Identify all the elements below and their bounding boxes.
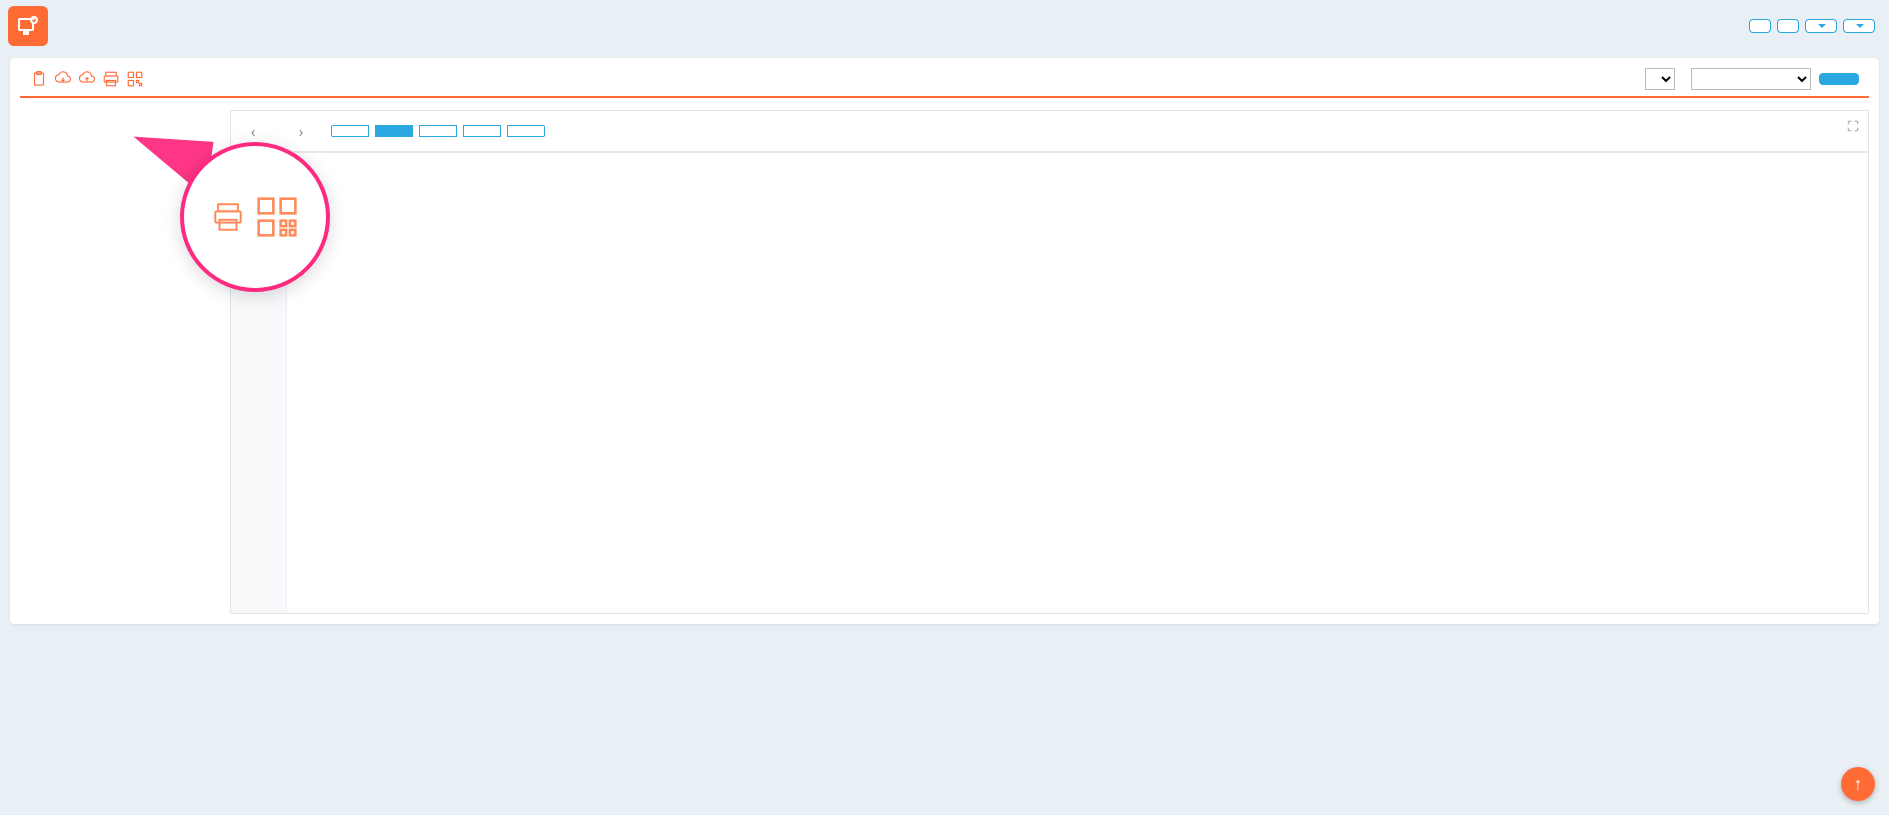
next-button[interactable]: › [289,119,313,143]
header-right [1749,19,1875,33]
cloud-download-icon[interactable] [54,70,72,88]
tab-timeline[interactable] [463,125,501,137]
calendar-title [20,110,220,120]
favorite-equipment-row [20,98,1869,110]
clipboard-icon[interactable] [30,70,48,88]
header-left [8,6,60,46]
cloud-upload-icon[interactable] [78,70,96,88]
location-select[interactable] [1645,68,1675,90]
app-header [0,0,1889,52]
scroll-top-fab[interactable]: ↑ [1841,767,1875,801]
tab-day[interactable] [331,125,369,137]
printer-icon [211,200,245,234]
printer-icon[interactable] [102,70,120,88]
scheduler: ‹ › [230,110,1869,614]
main-card: ‹ › [10,58,1879,624]
tab-week[interactable] [375,125,413,137]
select-equipment-button[interactable] [1777,19,1799,33]
scheduler-grid[interactable] [231,153,1868,613]
toolbar-icons [30,70,144,88]
qr-icon[interactable] [126,70,144,88]
expand-icon[interactable] [1846,119,1860,137]
select-button[interactable] [1819,73,1859,85]
toolbar-row [20,68,1869,98]
scheduler-toolbar: ‹ › [231,111,1868,152]
day-columns [287,153,1868,613]
qr-icon [255,195,299,239]
tab-agenda[interactable] [507,125,545,137]
app-logo-icon [8,6,48,46]
qr-zoom-callout [180,142,330,292]
switch-equipment-select[interactable] [1691,68,1811,90]
tab-month[interactable] [419,125,457,137]
calendar-sidebar [20,110,220,120]
dashboard-button[interactable] [1749,19,1771,33]
tools-dropdown[interactable] [1805,19,1837,33]
setup-dropdown[interactable] [1843,19,1875,33]
prev-button[interactable]: ‹ [241,119,265,143]
view-tabs [331,125,545,137]
